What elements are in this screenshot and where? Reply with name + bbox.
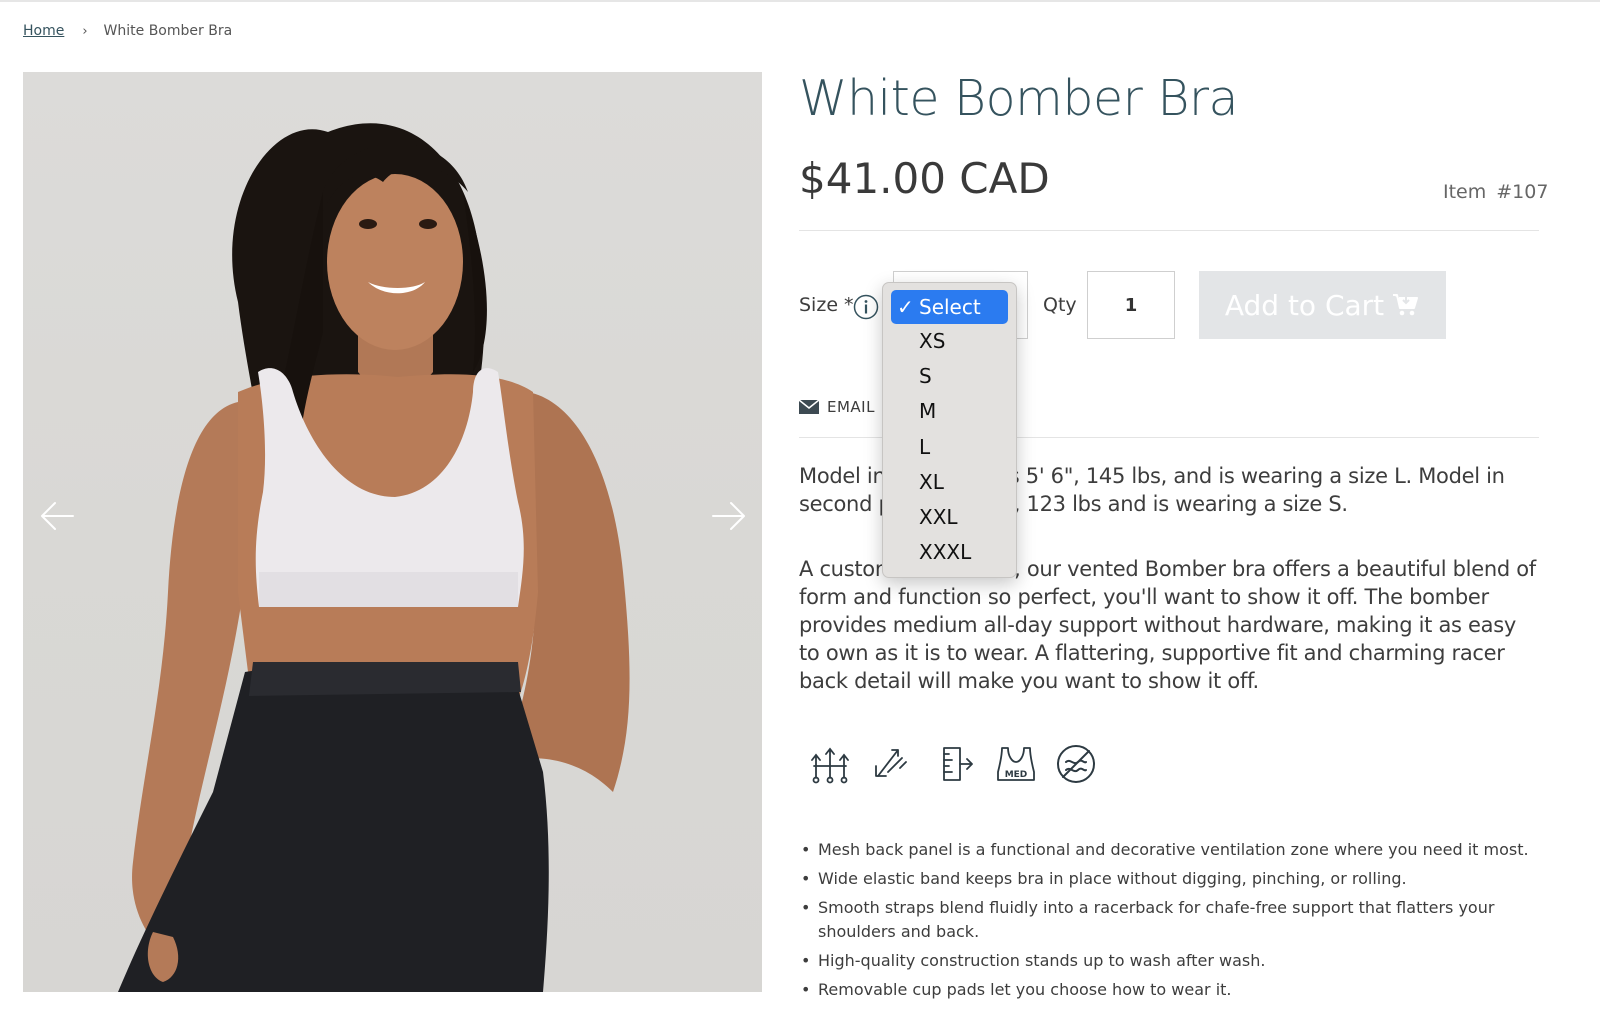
list-item: Wide elastic band keeps bra in place wit… bbox=[799, 867, 1539, 891]
breadcrumb-home-link[interactable]: Home bbox=[23, 23, 64, 39]
size-option-xl[interactable]: XL bbox=[883, 465, 1016, 500]
add-to-cart-label: Add to Cart bbox=[1224, 288, 1385, 322]
carousel-next-arrow-icon[interactable] bbox=[709, 498, 749, 534]
carousel-prev-arrow-icon[interactable] bbox=[37, 498, 77, 534]
list-item: Removable cup pads let you choose how to… bbox=[799, 978, 1539, 1002]
product-price: $41.00 CAD bbox=[799, 154, 1050, 203]
size-option-xxxl[interactable]: XXXL bbox=[883, 535, 1016, 570]
breadcrumb-chevron-icon: › bbox=[82, 23, 88, 39]
cart-icon bbox=[1393, 294, 1419, 316]
ventilation-icon bbox=[811, 747, 849, 784]
size-option-s[interactable]: S bbox=[883, 359, 1016, 394]
size-option-xs[interactable]: XS bbox=[883, 324, 1016, 359]
qty-label: Qty bbox=[1043, 294, 1077, 316]
size-option-select[interactable]: ✓ Select bbox=[891, 290, 1008, 324]
moisture-wicking-icon bbox=[875, 749, 907, 777]
item-number-value: #107 bbox=[1496, 181, 1549, 203]
top-border bbox=[0, 0, 1600, 2]
qty-input[interactable] bbox=[1087, 271, 1175, 339]
product-photo bbox=[118, 123, 630, 992]
email-label: EMAIL bbox=[827, 398, 875, 416]
product-image-carousel[interactable] bbox=[23, 72, 762, 992]
feature-icons: MED bbox=[808, 742, 1114, 786]
checkmark-icon: ✓ bbox=[897, 295, 914, 319]
divider bbox=[799, 230, 1539, 231]
list-item: Mesh back panel is a functional and deco… bbox=[799, 838, 1539, 862]
envelope-icon bbox=[799, 400, 819, 414]
item-label: Item bbox=[1443, 181, 1487, 203]
add-to-cart-button[interactable]: Add to Cart bbox=[1199, 271, 1446, 339]
size-label: Size * bbox=[799, 294, 854, 316]
breadcrumb: Home › White Bomber Bra bbox=[23, 21, 232, 41]
size-guide-icon bbox=[943, 747, 973, 781]
med-badge-text: MED bbox=[1005, 770, 1028, 780]
size-dropdown-menu[interactable]: ✓ Select XS S M L XL XXL XXXL bbox=[882, 282, 1017, 578]
breadcrumb-current: White Bomber Bra bbox=[103, 23, 233, 39]
feature-bullets: Mesh back panel is a functional and deco… bbox=[799, 838, 1539, 1007]
no-chafe-icon bbox=[1057, 745, 1095, 783]
medium-support-icon: MED bbox=[997, 747, 1035, 781]
list-item: Smooth straps blend fluidly into a racer… bbox=[799, 896, 1539, 944]
list-item: High-quality construction stands up to w… bbox=[799, 949, 1539, 973]
email-share-link[interactable]: EMAIL bbox=[799, 398, 875, 416]
size-option-l[interactable]: L bbox=[883, 430, 1016, 465]
item-number: Item #107 bbox=[1443, 181, 1548, 203]
size-option-m[interactable]: M bbox=[883, 394, 1016, 429]
size-option-xxl[interactable]: XXL bbox=[883, 500, 1016, 535]
info-icon[interactable] bbox=[853, 294, 879, 320]
product-title: White Bomber Bra bbox=[799, 70, 1239, 127]
